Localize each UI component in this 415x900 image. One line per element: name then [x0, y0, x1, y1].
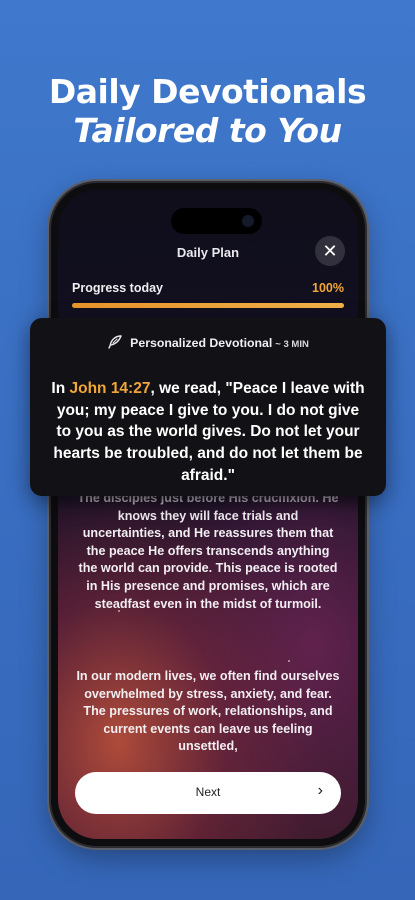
scripture-reference-link[interactable]: John 14:27: [69, 380, 150, 397]
phone-frame: Daily Plan ✕ Progress today 100% The dis…: [51, 183, 365, 846]
close-icon: ✕: [322, 241, 338, 261]
progress-bar: [72, 303, 344, 308]
card-title: Personalized Devotional: [130, 336, 273, 350]
progress-value: 100%: [312, 281, 344, 295]
progress-bar-fill: [72, 303, 344, 308]
close-button[interactable]: ✕: [315, 236, 345, 266]
star: [288, 660, 290, 662]
card-quote: In John 14:27, we read, "Peace I leave w…: [48, 378, 368, 487]
phone-screen: Daily Plan ✕ Progress today 100% The dis…: [58, 190, 358, 839]
quote-prefix: In: [51, 380, 70, 397]
next-button-label: Next: [195, 785, 221, 799]
dynamic-island: [171, 208, 262, 234]
card-header: Personalized Devotional ~ 3 MIN: [30, 334, 386, 353]
card-duration: ~ 3 MIN: [275, 339, 309, 350]
camera-icon: [242, 215, 254, 227]
feather-icon: [107, 334, 123, 353]
progress-label: Progress today: [72, 281, 164, 295]
headline-line-1: Daily Devotionals: [48, 72, 367, 111]
page-title: Daily Plan: [176, 245, 240, 260]
headline-line-2: Tailored to You: [73, 111, 342, 150]
devotional-card: Personalized Devotional ~ 3 MIN In John 1…: [30, 318, 386, 496]
chevron-right-icon: ›: [317, 782, 323, 799]
devotional-paragraph-2: In our modern lives, we often find ourse…: [76, 669, 340, 754]
next-button[interactable]: Next ›: [75, 772, 341, 814]
